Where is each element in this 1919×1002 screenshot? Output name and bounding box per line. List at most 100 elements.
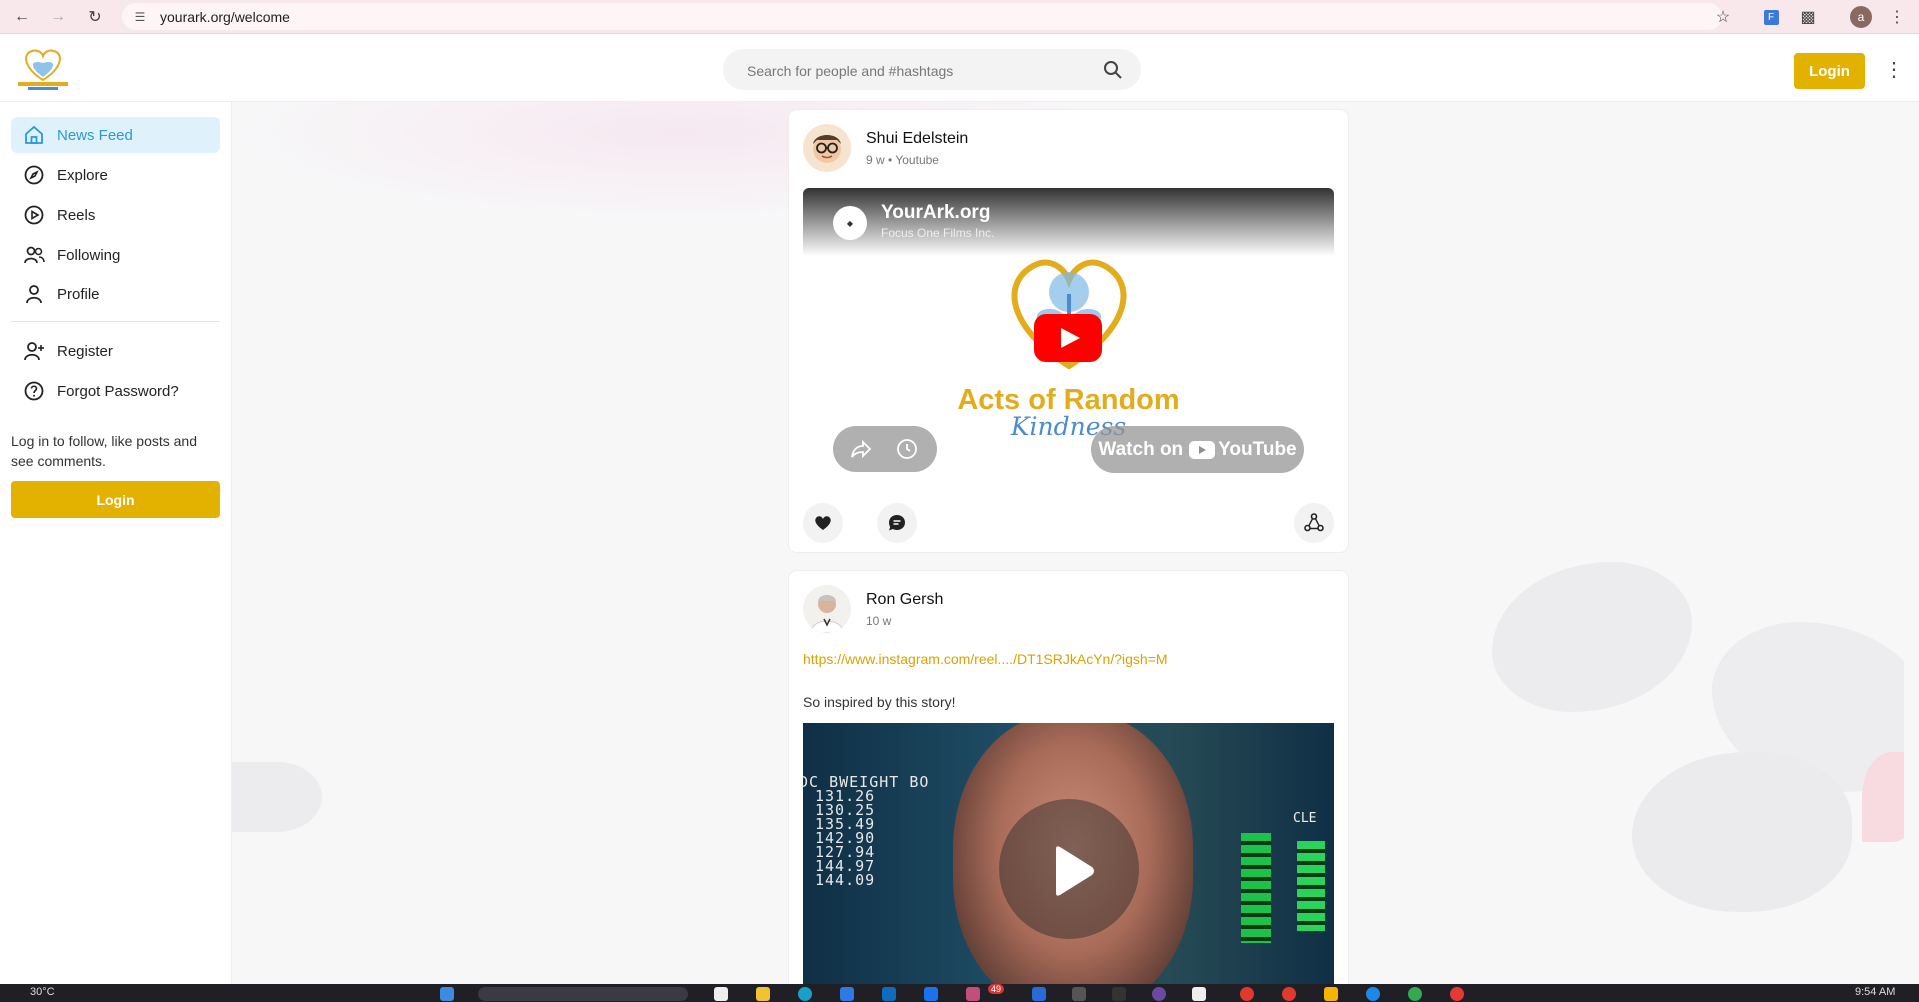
scoreboard-head: BO	[909, 773, 930, 791]
sidebar-item-label: News Feed	[57, 126, 133, 144]
avatar[interactable]	[803, 124, 851, 172]
taskbar-app-icon[interactable]	[1192, 987, 1206, 1001]
taskbar-app-icon[interactable]	[1072, 987, 1086, 1001]
scoreboard-text: DC BWEIGHT BO 131.26 130.25 135.49 142.9…	[803, 773, 930, 888]
mail-icon[interactable]	[924, 987, 938, 1001]
scoreboard-lights	[1241, 833, 1271, 943]
post-age: 9 w	[866, 153, 885, 167]
sidebar-item-reels[interactable]: Reels	[11, 197, 220, 233]
login-button[interactable]: Login	[1794, 53, 1865, 89]
watch-later-clock-icon[interactable]	[895, 437, 919, 461]
clock-text[interactable]: 9:54 AM	[1855, 986, 1895, 998]
search-icon[interactable]	[1103, 60, 1123, 80]
more-options-icon[interactable]: ⋮	[1884, 58, 1904, 82]
bg-leaf	[1632, 752, 1852, 912]
sidebar-item-label: Explore	[57, 166, 108, 184]
youtube-logo: YouTube	[1189, 438, 1297, 461]
youtube-play-button[interactable]	[1034, 314, 1102, 362]
site-info-icon[interactable]: ☰	[132, 9, 148, 25]
video-thumbnail[interactable]: DC BWEIGHT BO 131.26 130.25 135.49 142.9…	[803, 723, 1334, 984]
sidebar-item-news-feed[interactable]: News Feed	[11, 117, 220, 153]
sidebar-item-explore[interactable]: Explore	[11, 157, 220, 193]
edge-icon[interactable]	[798, 987, 812, 1001]
taskbar-app-icon[interactable]	[1112, 987, 1126, 1001]
post-age: 10 w	[866, 614, 892, 628]
youtube-logo-icon	[1189, 440, 1216, 459]
file-explorer-icon[interactable]	[756, 987, 770, 1001]
video-channel-title[interactable]: YourArk.org	[881, 202, 990, 224]
news-feed[interactable]: Shui Edelstein 9 w • Youtube ◆ YourArk.o…	[232, 102, 1904, 984]
channel-avatar[interactable]: ◆	[833, 206, 867, 240]
play-circle-icon	[22, 203, 46, 227]
post-link[interactable]: https://www.instagram.com/reel..../DT1SR…	[803, 651, 1168, 667]
post-meta: 10 w	[866, 614, 891, 628]
notification-badge: 49	[988, 984, 1005, 994]
bg-leaf	[232, 762, 322, 832]
watch-on-label: Watch on	[1098, 438, 1184, 460]
bg-leaf	[1492, 562, 1692, 712]
youtube-wordmark: YouTube	[1218, 438, 1297, 460]
search-input[interactable]	[745, 49, 1089, 92]
taskbar-app-icon[interactable]	[840, 987, 854, 1001]
taskbar-app-icon[interactable]	[1324, 987, 1338, 1001]
taskbar-app-icon[interactable]	[1152, 987, 1166, 1001]
site-logo[interactable]	[14, 44, 72, 92]
users-icon	[22, 243, 46, 267]
sidebar: News Feed Explore Reels Following Profil…	[0, 102, 232, 984]
extensions-puzzle-icon[interactable]: ▩	[1797, 6, 1819, 28]
like-button[interactable]	[803, 503, 843, 543]
play-icon[interactable]	[1042, 843, 1098, 899]
share-arrow-icon[interactable]	[849, 437, 873, 461]
compass-icon	[22, 163, 46, 187]
sidebar-item-label: Register	[57, 342, 113, 360]
address-bar[interactable]: ☰ yourark.org/welcome	[122, 3, 1722, 30]
sidebar-item-label: Reels	[57, 206, 96, 224]
sidebar-item-following[interactable]: Following	[11, 237, 220, 273]
chrome-icon[interactable]	[1408, 987, 1422, 1001]
youtube-embed[interactable]: ◆ YourArk.org Focus One Films Inc. Acts …	[803, 188, 1334, 486]
browser-menu-icon[interactable]: ⋮	[1886, 6, 1908, 28]
reload-icon[interactable]: ↻	[84, 6, 106, 28]
start-icon[interactable]	[440, 987, 454, 1001]
post-source: Youtube	[895, 153, 939, 167]
post-author[interactable]: Shui Edelstein	[866, 130, 968, 148]
forward-icon[interactable]: →	[47, 6, 69, 28]
os-taskbar: 30°C 49 9:54 AM	[0, 984, 1919, 1002]
taskbar-app-icon[interactable]	[714, 987, 728, 1001]
taskbar-search[interactable]	[478, 987, 688, 1001]
post-meta: 9 w • Youtube	[866, 153, 939, 167]
taskbar-app-icon[interactable]	[1282, 987, 1296, 1001]
weather-text[interactable]: 30°C	[30, 986, 55, 998]
share-button[interactable]	[1294, 503, 1334, 543]
scoreboard-lights	[1297, 841, 1325, 931]
heart-icon	[815, 516, 831, 530]
taskbar-app-icon[interactable]	[1240, 987, 1254, 1001]
taskbar-app-icon[interactable]	[966, 987, 980, 1001]
sidebar-item-profile[interactable]: Profile	[11, 276, 220, 312]
sidebar-item-label: Following	[57, 246, 121, 264]
post-author[interactable]: Ron Gersh	[866, 591, 943, 609]
login-prompt-text: Log in to follow, like posts and see com…	[11, 433, 198, 469]
share-nodes-icon	[1304, 513, 1324, 532]
video-channel-sub: Focus One Films Inc.	[881, 226, 995, 240]
profile-avatar[interactable]: a	[1850, 6, 1872, 28]
taskbar-app-icon[interactable]	[1450, 987, 1464, 1001]
post-actions	[803, 503, 1334, 543]
user-icon	[22, 282, 46, 306]
watch-on-youtube-button[interactable]: Watch on YouTube	[1091, 426, 1304, 473]
extension-f-icon[interactable]: F	[1760, 6, 1782, 28]
sidebar-login-button[interactable]: Login	[11, 481, 220, 518]
search-bar	[723, 49, 1141, 92]
post-text: So inspired by this story!	[803, 694, 956, 710]
back-icon[interactable]: ←	[11, 6, 33, 28]
sidebar-item-register[interactable]: Register	[11, 333, 220, 369]
browser-toolbar: ← → ↻ ☰ yourark.org/welcome ☆ F ▩ a ⋮	[0, 0, 1919, 34]
taskbar-app-icon[interactable]	[1032, 987, 1046, 1001]
comment-button[interactable]	[877, 503, 917, 543]
taskbar-app-icon[interactable]	[882, 987, 896, 1001]
bookmark-star-icon[interactable]: ☆	[1712, 6, 1734, 28]
sidebar-item-forgot-password[interactable]: Forgot Password?	[11, 373, 220, 409]
taskbar-app-icon[interactable]	[1366, 987, 1380, 1001]
home-icon	[22, 123, 46, 147]
avatar[interactable]	[803, 585, 851, 633]
